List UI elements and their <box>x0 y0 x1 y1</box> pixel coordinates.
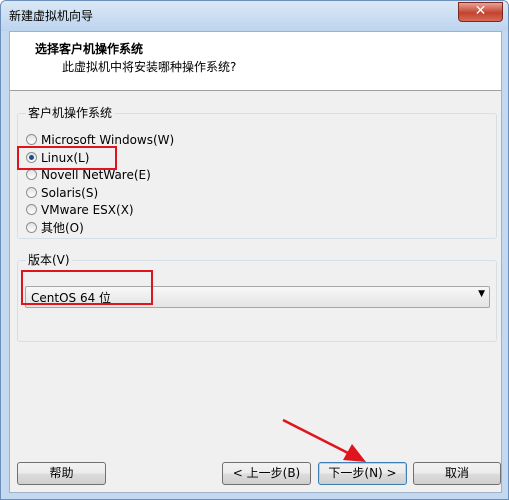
pointer-arrow-icon <box>282 418 366 462</box>
